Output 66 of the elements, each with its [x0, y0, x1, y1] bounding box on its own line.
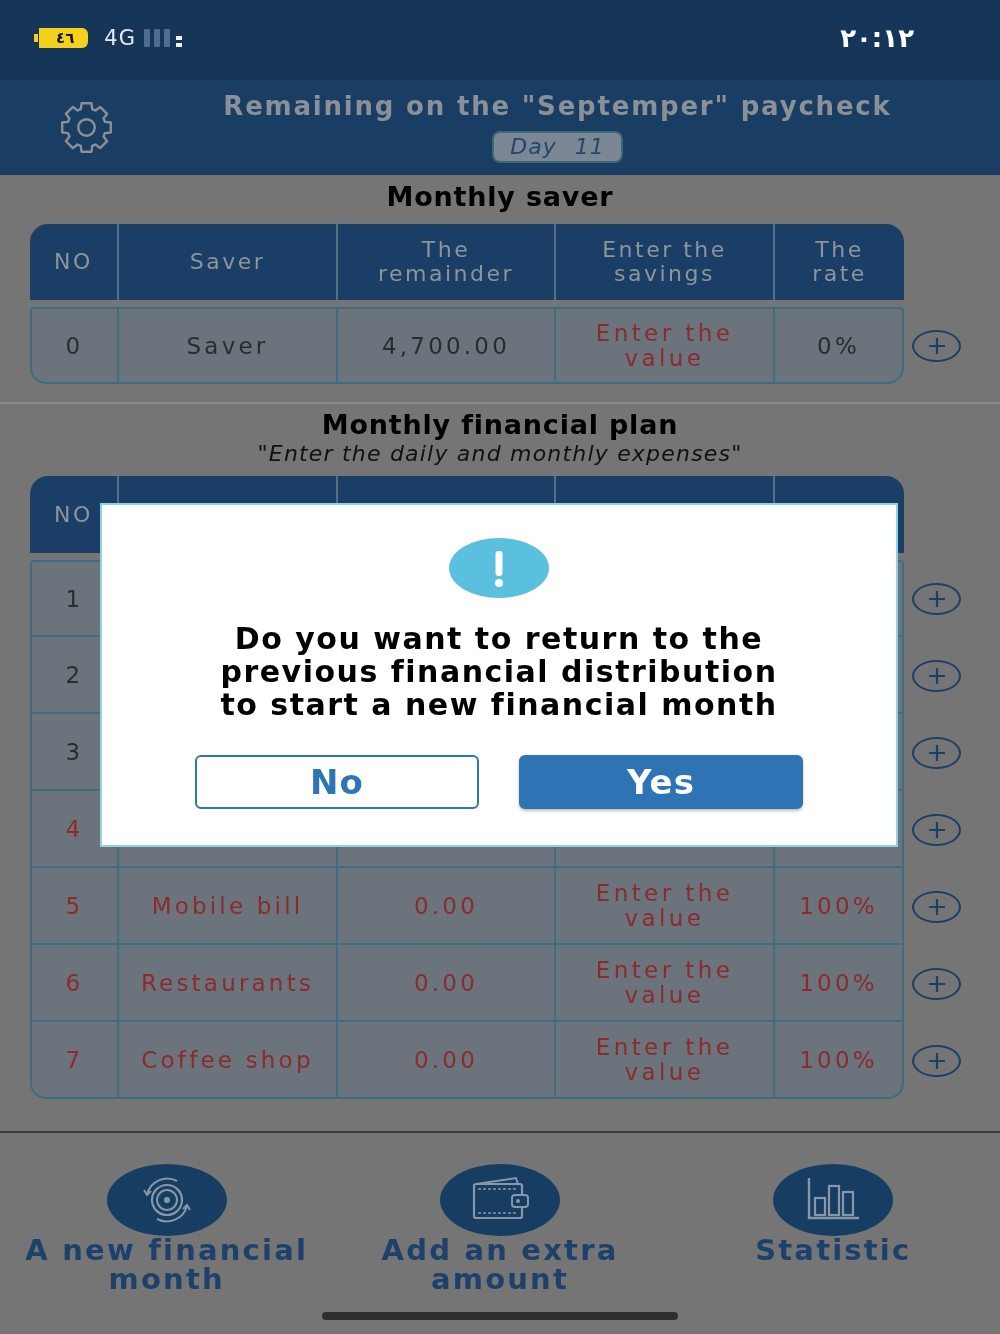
table-cell: 100%	[799, 892, 878, 919]
value-field[interactable]: Enter the value	[556, 877, 773, 934]
nav-button[interactable]: A new financial month	[0, 1133, 334, 1294]
add-button[interactable]	[912, 967, 961, 1000]
add-button[interactable]	[912, 329, 961, 362]
wallet-icon	[440, 1164, 560, 1236]
bar-chart-icon	[773, 1164, 894, 1236]
table-cell: 0%	[817, 332, 860, 359]
section-title: Monthly saver	[385, 181, 615, 213]
settings-icon	[58, 100, 115, 155]
value-field[interactable]: Enter the value	[556, 954, 773, 1011]
table-cell: Coffee shop	[141, 1046, 314, 1073]
dialog-message: Do you want to return to the previous financial distribution to start a new financial month	[219, 622, 779, 721]
plus-icon	[927, 336, 946, 355]
plus-icon	[927, 820, 946, 839]
plus-icon	[927, 897, 946, 916]
table-cell: 0.00	[414, 892, 478, 919]
column-header: NO	[54, 502, 93, 527]
table-cell: 0	[65, 332, 84, 359]
table-cell: 100%	[799, 969, 878, 996]
cancel-button[interactable]: No	[195, 755, 479, 809]
add-button[interactable]	[912, 659, 961, 692]
table-cell: 0.00	[414, 1046, 478, 1073]
confirm-button[interactable]: Yes	[519, 755, 803, 809]
column-header: NO	[54, 250, 93, 274]
table-cell: 4	[65, 815, 84, 842]
plus-icon	[927, 743, 946, 762]
table-cell: 100%	[799, 1046, 878, 1073]
signal-icon	[143, 28, 182, 48]
add-button[interactable]	[912, 1044, 961, 1077]
table-cell: 2	[65, 661, 84, 688]
table-cell: 5	[65, 892, 84, 919]
table-cell: Restaurants	[140, 969, 315, 996]
network-type: 4G	[104, 26, 136, 50]
plus-icon	[927, 589, 946, 608]
table-cell: 1	[65, 585, 84, 612]
section-subtitle: "Enter the daily and monthly expenses"	[256, 441, 744, 467]
plus-icon	[927, 666, 946, 685]
value-field[interactable]: Enter the value	[556, 317, 773, 374]
table-cell: 4,700.00	[382, 332, 510, 359]
coin-arrows-icon	[106, 1164, 227, 1236]
plus-icon	[927, 974, 946, 993]
table-cell: 6	[65, 969, 84, 996]
section-title: Monthly financial plan	[320, 409, 680, 441]
nav-button[interactable]: Statistic	[666, 1133, 1000, 1294]
add-button[interactable]	[912, 736, 961, 769]
plus-icon	[927, 1051, 946, 1070]
nav-button[interactable]: Add an extra amount	[333, 1133, 667, 1294]
table-cell: Saver	[186, 332, 269, 359]
table-cell: 7	[65, 1046, 84, 1073]
header-title: Remaining on the "Septemper" paycheck	[223, 91, 892, 121]
value-field[interactable]: Enter the value	[556, 1031, 773, 1088]
table-cell: 0.00	[414, 969, 478, 996]
column-header: The rate	[811, 238, 868, 286]
column-header: The remainder	[376, 238, 516, 286]
battery-level: ٤٦	[34, 28, 89, 48]
add-button[interactable]	[912, 890, 961, 923]
table-cell: Mobile bill	[151, 892, 304, 919]
clock-time: ٢٠:١٢	[840, 23, 914, 53]
alert-icon	[449, 538, 549, 598]
table-cell: 3	[65, 738, 84, 765]
add-button[interactable]	[912, 582, 961, 615]
day-counter: Day 11	[492, 131, 623, 163]
column-header: Saver	[189, 250, 266, 274]
add-button[interactable]	[912, 813, 961, 846]
column-header: Enter the savings	[601, 238, 728, 286]
